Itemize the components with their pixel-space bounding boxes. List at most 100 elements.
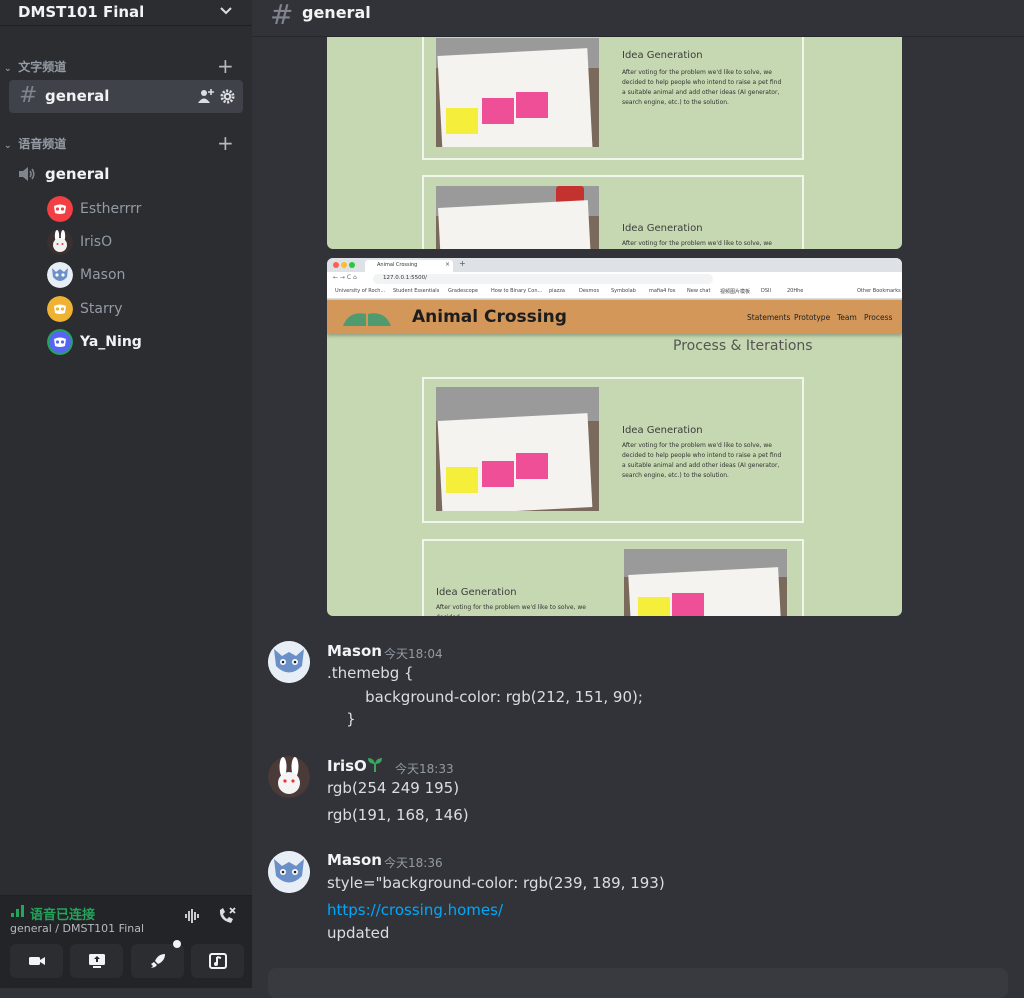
nav-link-process: Process [864,313,893,322]
channel-title: general [302,3,371,22]
leaf-logo-icon [343,313,391,326]
category-text-channels[interactable]: ⌄ 文字频道 [4,58,66,75]
avatar [47,196,73,222]
hashtag-icon: # [19,83,38,108]
card-title: Idea Generation [622,50,703,61]
browser-tab: Animal Crossing × [365,260,453,272]
message-text: updated [327,924,390,942]
plus-icon: + [459,259,466,268]
site-navbar: Animal Crossing Statements Prototype Tea… [327,300,902,334]
avatar-image [268,641,310,683]
avatar[interactable] [268,641,310,683]
card-title: Idea Generation [622,425,703,436]
message-text: background-color: rgb(212, 151, 90); [327,688,643,706]
avatar[interactable] [268,851,310,893]
message-link[interactable]: https://crossing.homes/ [327,901,503,919]
bookmark: mafia4 fox [649,288,676,294]
bookmarks-bar: University of Roch... Student Essentials… [327,286,902,299]
message-text: style="background-color: rgb(239, 189, 1… [327,874,665,892]
chevron-down-icon: ⌄ [4,64,12,74]
close-dot [333,262,339,268]
message-timestamp: 今天18:04 [384,647,443,661]
tab-title: Animal Crossing [377,262,418,268]
category-voice-channels[interactable]: ⌄ 语音频道 [4,135,66,152]
voice-user-estherrrr[interactable]: Estherrrr [45,196,245,224]
bookmark: Desmos [579,288,600,294]
message-text: } [327,710,356,728]
gear-icon[interactable] [220,89,235,104]
soundboard-button[interactable] [191,944,244,978]
create-voice-channel-icon[interactable]: + [217,133,234,153]
message-composer[interactable] [268,968,1008,998]
text-channel-general[interactable]: # general [9,80,243,113]
speaker-icon [19,167,35,181]
card-body: After voting for the problem we'd like t… [622,69,782,106]
bookmark: Symbolab [611,288,636,294]
voice-user-mason[interactable]: Mason [45,262,245,290]
voice-status[interactable]: 语音已连接 [30,904,95,923]
maximize-dot [349,262,355,268]
create-text-channel-icon[interactable]: + [217,56,234,76]
disconnect-icon[interactable] [217,906,237,926]
avatar-image [268,851,310,893]
message-text: .themebg { [327,664,414,682]
channel-name: general [45,87,110,105]
image-attachment-2[interactable]: Animal Crossing × + ← → C ⌂ 127.0.0.1:55… [327,258,902,616]
signal-strength-icon[interactable] [11,905,25,917]
avatar [47,329,73,355]
nav-arrows-icon: ← → C ⌂ [333,274,357,281]
avatar-image [268,756,310,798]
sticky-notes-photo [436,387,599,511]
process-card: Idea Generation After voting for the pro… [422,36,804,160]
process-card: Idea Generation After voting for the pro… [422,377,804,523]
voice-channel-path[interactable]: general / DMST101 Final [10,922,144,935]
avatar [47,229,73,255]
card-title: Idea Generation [436,587,517,598]
card-body: After voting for the problem we'd like t… [622,442,782,479]
voice-user-ya-ning[interactable]: Ya_Ning [45,329,245,357]
bookmark: Other Bookmarks [857,288,901,294]
voice-user-starry[interactable]: Starry [45,296,245,324]
image-attachment-1[interactable]: Idea Generation After voting for the pro… [327,36,902,249]
message-text: rgb(254 249 195) [327,779,460,797]
noise-suppression-icon[interactable] [184,908,202,924]
section-heading: Process & Iterations [673,338,813,354]
bookmark: 20Hhe [787,288,804,294]
message-author[interactable]: IrisO [327,757,367,775]
message-author[interactable]: Mason [327,851,382,869]
process-card: Idea Generation After voting for the pro… [422,175,804,249]
chevron-down-icon[interactable] [218,2,234,18]
close-icon: × [445,261,451,268]
category-label: 文字频道 [18,60,67,74]
sticky-notes-photo [624,549,787,616]
activities-button[interactable] [131,940,184,978]
nav-link-prototype: Prototype [794,313,831,322]
card-title: Idea Generation [622,223,703,234]
minimize-dot [341,262,347,268]
avatar[interactable] [268,756,310,798]
browser-tab-bar: Animal Crossing × + [327,258,902,272]
camera-button[interactable] [10,944,63,978]
voice-channel-general[interactable]: general [18,163,238,185]
rocket-icon [150,954,165,968]
soundboard-icon [208,953,227,969]
screen-share-button[interactable] [70,944,123,978]
card-body: After voting for the problem we'd like t… [622,240,772,247]
message-author[interactable]: Mason [327,642,382,660]
bookmark: DSII [761,288,771,294]
invite-user-icon[interactable] [198,88,215,104]
url-text: 127.0.0.1:5500/ [383,275,427,281]
sticky-notes-photo [436,186,599,249]
channel-sidebar: DMST101 Final ⌄ 文字频道 + # general ⌄ 语音频道 … [0,0,252,988]
category-label: 语音频道 [18,137,67,151]
bookmark: piazza [549,288,565,294]
avatar [47,296,73,322]
camera-icon [28,957,45,965]
voice-user-iriso[interactable]: IrisO [45,229,245,257]
bookmark: 视频图片模板 [720,289,751,295]
server-header[interactable]: DMST101 Final [0,0,252,26]
server-name: DMST101 Final [18,3,145,21]
bookmark: Gradescope [448,288,478,294]
bookmark: How to Binary Con... [491,288,543,294]
voice-user-name: Starry [80,301,123,317]
